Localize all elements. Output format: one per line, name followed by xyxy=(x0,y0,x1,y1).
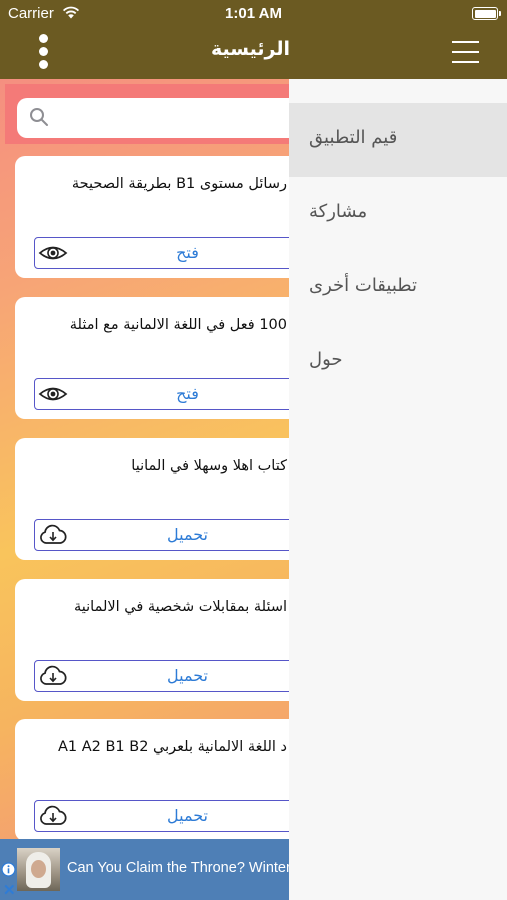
open-button[interactable]: فتح xyxy=(34,378,289,410)
open-button-label: فتح xyxy=(176,243,199,262)
download-button-label: تحميل xyxy=(167,806,208,825)
list-item: اسئلة بمقابلات شخصية في الالمانية تحميل xyxy=(15,579,289,701)
card-title: د اللغة الالمانية بلعربي A1 A2 B1 B2 xyxy=(57,739,287,755)
open-button-label: فتح xyxy=(176,384,199,403)
navigation-bar: Carrier 1:01 AM الرئيسية xyxy=(0,0,507,79)
list-item: 100 فعل في اللغة الالمانية مع امثلة فتح xyxy=(15,297,289,419)
menu-item-label: قيم التطبيق xyxy=(309,127,398,148)
download-button-label: تحميل xyxy=(167,666,208,685)
list-item: كتاب اهلا وسهلا في المانيا تحميل xyxy=(15,438,289,560)
download-button[interactable]: تحميل xyxy=(34,519,289,551)
download-button[interactable]: تحميل xyxy=(34,660,289,692)
card-title: 100 فعل في اللغة الالمانية مع امثلة xyxy=(69,317,287,333)
card-title: اسئلة بمقابلات شخصية في الالمانية xyxy=(73,599,287,615)
open-button[interactable]: فتح xyxy=(34,237,289,269)
status-bar: Carrier 1:01 AM xyxy=(0,0,507,28)
search-icon xyxy=(30,108,48,126)
side-drawer: قيم التطبيق مشاركة تطبيقات أخرى حول xyxy=(289,79,507,900)
list-item: د اللغة الالمانية بلعربي A1 A2 B1 B2 تحم… xyxy=(15,719,289,839)
ad-image xyxy=(17,848,60,891)
download-button[interactable]: تحميل xyxy=(34,800,289,832)
menu-item-label: حول xyxy=(309,349,343,370)
card-title: رسائل مستوى B1 بطريقة الصحيحة xyxy=(71,176,287,192)
menu-item-other-apps[interactable]: تطبيقات أخرى xyxy=(289,251,507,325)
ad-text: Can You Claim the Throne? Winter is Comi… xyxy=(67,860,289,876)
status-time: 1:01 AM xyxy=(225,5,282,22)
menu-item-share[interactable]: مشاركة xyxy=(289,177,507,251)
page-title: الرئيسية xyxy=(211,38,290,60)
ad-banner[interactable]: ✕ Can You Claim the Throne? Winter is Co… xyxy=(0,839,289,900)
search-bar-container xyxy=(5,84,289,144)
download-button-label: تحميل xyxy=(167,525,208,544)
menu-icon[interactable] xyxy=(452,41,479,63)
card-title: كتاب اهلا وسهلا في المانيا xyxy=(131,458,287,474)
info-icon[interactable] xyxy=(1,862,16,877)
main-content: رسائل مستوى B1 بطريقة الصحيحة فتح 100 فع… xyxy=(0,79,289,839)
battery-icon xyxy=(472,7,501,20)
menu-item-rate-app[interactable]: قيم التطبيق xyxy=(289,103,507,177)
menu-item-about[interactable]: حول xyxy=(289,325,507,399)
search-input[interactable] xyxy=(17,98,289,138)
list-item: رسائل مستوى B1 بطريقة الصحيحة فتح xyxy=(15,156,289,278)
menu-item-label: تطبيقات أخرى xyxy=(309,275,418,296)
close-ad-icon[interactable]: ✕ xyxy=(3,881,16,899)
menu-item-label: مشاركة xyxy=(309,201,368,222)
more-options-icon[interactable] xyxy=(35,34,51,70)
